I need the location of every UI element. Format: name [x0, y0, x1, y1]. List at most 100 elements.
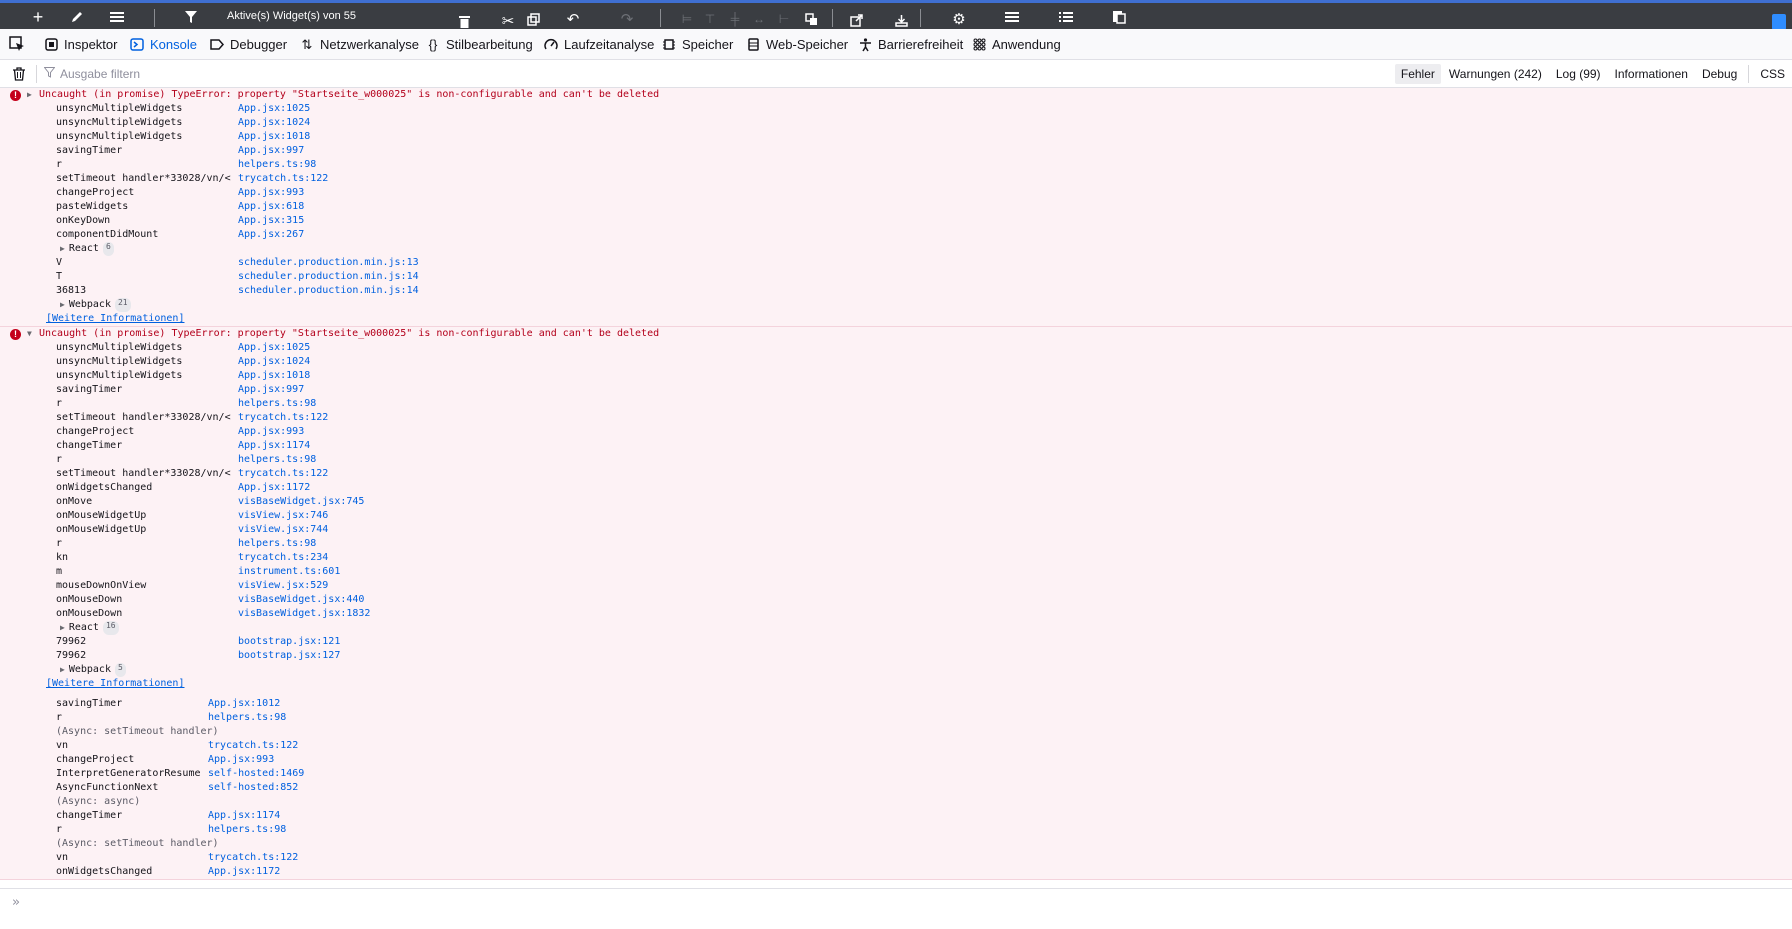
import-icon[interactable] — [890, 10, 912, 30]
frame-source-link[interactable]: App.jsx:1018 — [238, 369, 310, 383]
distribute-width-icon[interactable]: ⊢ — [773, 9, 795, 29]
group-icon[interactable] — [800, 9, 822, 29]
hamburger-icon[interactable] — [1001, 7, 1023, 27]
tab-debugger[interactable]: Debugger — [210, 29, 287, 60]
frame-group-label[interactable]: Webpack — [69, 298, 111, 312]
align-left-icon[interactable]: ⊨ — [676, 9, 698, 29]
frame-source-link[interactable]: visView.jsx:529 — [238, 579, 328, 593]
frame-source-link[interactable]: bootstrap.jsx:121 — [238, 635, 340, 649]
frame-source-link[interactable]: App.jsx:315 — [238, 214, 304, 228]
pencil-icon[interactable] — [66, 7, 88, 27]
open-external-icon[interactable] — [845, 10, 867, 30]
frame-source-link[interactable]: App.jsx:1024 — [238, 355, 310, 369]
frame-source-link[interactable]: scheduler.production.min.js:13 — [238, 256, 419, 270]
frame-source-link[interactable]: App.jsx:1025 — [238, 341, 310, 355]
frame-group-label[interactable]: Webpack — [69, 663, 111, 677]
distribute-h-icon[interactable]: ↔ — [748, 9, 770, 29]
copy-icon[interactable] — [522, 9, 544, 29]
frame-source-link[interactable]: App.jsx:997 — [238, 383, 304, 397]
expand-icon[interactable]: ▶ — [27, 88, 32, 102]
expand-icon[interactable]: ▶ — [60, 242, 65, 256]
frame-source-link[interactable]: instrument.ts:601 — [238, 565, 340, 579]
list-icon[interactable] — [1055, 7, 1077, 27]
delete-icon[interactable] — [453, 11, 475, 31]
frame-source-link[interactable]: trycatch.ts:122 — [208, 851, 298, 865]
add-icon[interactable]: + — [27, 7, 49, 27]
frame-source-link[interactable]: App.jsx:1172 — [208, 865, 280, 879]
frame-source-link[interactable]: App.jsx:1018 — [238, 130, 310, 144]
tab-accessibility[interactable]: Barrierefreiheit — [858, 29, 963, 60]
element-picker-icon[interactable] — [8, 35, 26, 53]
tab-inspector[interactable]: Inspektor — [44, 29, 117, 60]
frame-source-link[interactable]: helpers.ts:98 — [238, 397, 316, 411]
level-warnings-toggle[interactable]: Warnungen (242) — [1443, 64, 1548, 84]
error-message-header[interactable]: ! ▼ Uncaught (in promise) TypeError: prope… — [0, 327, 1792, 341]
console-input[interactable]: » — [0, 888, 1792, 929]
level-errors-toggle[interactable]: Fehler — [1394, 64, 1441, 84]
frame-source-link[interactable]: helpers.ts:98 — [238, 158, 316, 172]
frame-source-link[interactable]: bootstrap.jsx:127 — [238, 649, 340, 663]
frame-source-link[interactable]: helpers.ts:98 — [238, 537, 316, 551]
frame-source-link[interactable]: App.jsx:618 — [238, 200, 304, 214]
clear-console-icon[interactable] — [12, 67, 26, 81]
frame-source-link[interactable]: self-hosted:852 — [208, 781, 298, 795]
frame-source-link[interactable]: visView.jsx:746 — [238, 509, 328, 523]
save-icon[interactable] — [1772, 14, 1786, 30]
more-info-link[interactable]: [Weitere Informationen] — [0, 677, 1792, 691]
frame-source-link[interactable]: visBaseWidget.jsx:1832 — [238, 607, 370, 621]
frame-source-link[interactable]: App.jsx:1174 — [208, 809, 280, 823]
frame-source-link[interactable]: helpers.ts:98 — [208, 711, 286, 725]
tab-console[interactable]: Konsole — [130, 29, 197, 60]
frame-source-link[interactable]: App.jsx:267 — [238, 228, 304, 242]
frame-source-link[interactable]: App.jsx:993 — [238, 186, 304, 200]
frame-source-link[interactable]: helpers.ts:98 — [208, 823, 286, 837]
expand-icon[interactable]: ▶ — [60, 298, 65, 312]
frame-source-link[interactable]: App.jsx:1172 — [238, 481, 310, 495]
frame-source-link[interactable]: App.jsx:993 — [208, 753, 274, 767]
pages-icon[interactable] — [1108, 7, 1130, 27]
align-center-icon[interactable]: ╪ — [724, 9, 746, 29]
undo-icon[interactable]: ↶ — [562, 9, 584, 29]
tab-memory[interactable]: Speicher — [662, 29, 733, 60]
frame-group-label[interactable]: React — [69, 242, 99, 256]
frame-source-link[interactable]: App.jsx:1012 — [208, 697, 280, 711]
frame-source-link[interactable]: App.jsx:1024 — [238, 116, 310, 130]
frame-source-link[interactable]: App.jsx:1174 — [238, 439, 310, 453]
frame-source-link[interactable]: self-hosted:1469 — [208, 767, 304, 781]
frame-source-link[interactable]: trycatch.ts:234 — [238, 551, 328, 565]
tab-application[interactable]: Anwendung — [972, 29, 1061, 60]
cut-icon[interactable]: ✂ — [497, 11, 519, 31]
frame-source-link[interactable]: scheduler.production.min.js:14 — [238, 284, 419, 298]
level-css-toggle[interactable]: CSS — [1754, 64, 1791, 84]
frame-source-link[interactable]: trycatch.ts:122 — [238, 467, 328, 481]
frame-source-link[interactable]: visBaseWidget.jsx:440 — [238, 593, 364, 607]
tab-network[interactable]: ⇅ Netzwerkanalyse — [300, 29, 419, 60]
frame-source-link[interactable]: trycatch.ts:122 — [238, 411, 328, 425]
frame-source-link[interactable]: scheduler.production.min.js:14 — [238, 270, 419, 284]
error-message-header[interactable]: ! ▶ Uncaught (in promise) TypeError: prope… — [0, 88, 1792, 102]
gear-icon[interactable]: ⚙ — [948, 9, 970, 29]
tab-performance[interactable]: Laufzeitanalyse — [544, 29, 654, 60]
filter-icon[interactable] — [180, 7, 202, 27]
tab-style-editor[interactable]: {} Stilbearbeitung — [426, 29, 533, 60]
tab-storage[interactable]: Web-Speicher — [746, 29, 848, 60]
frame-source-link[interactable]: visView.jsx:744 — [238, 523, 328, 537]
level-debug-toggle[interactable]: Debug — [1696, 64, 1743, 84]
align-top-icon[interactable]: ⊤ — [699, 9, 721, 29]
frame-source-link[interactable]: App.jsx:997 — [238, 144, 304, 158]
frame-source-link[interactable]: trycatch.ts:122 — [238, 172, 328, 186]
redo-icon[interactable]: ↷ — [616, 9, 638, 29]
frame-source-link[interactable]: App.jsx:1025 — [238, 102, 310, 116]
frame-source-link[interactable]: visBaseWidget.jsx:745 — [238, 495, 364, 509]
frame-source-link[interactable]: trycatch.ts:122 — [208, 739, 298, 753]
frame-source-link[interactable]: App.jsx:993 — [238, 425, 304, 439]
menu-icon[interactable] — [106, 7, 128, 27]
collapse-icon[interactable]: ▼ — [27, 327, 32, 341]
filter-field[interactable] — [43, 63, 644, 85]
more-info-link[interactable]: [Weitere Informationen] — [0, 312, 1792, 326]
filter-input[interactable] — [60, 67, 560, 81]
level-log-toggle[interactable]: Log (99) — [1550, 64, 1607, 84]
expand-icon[interactable]: ▶ — [60, 663, 65, 677]
expand-icon[interactable]: ▶ — [60, 621, 65, 635]
frame-group-label[interactable]: React — [69, 621, 99, 635]
